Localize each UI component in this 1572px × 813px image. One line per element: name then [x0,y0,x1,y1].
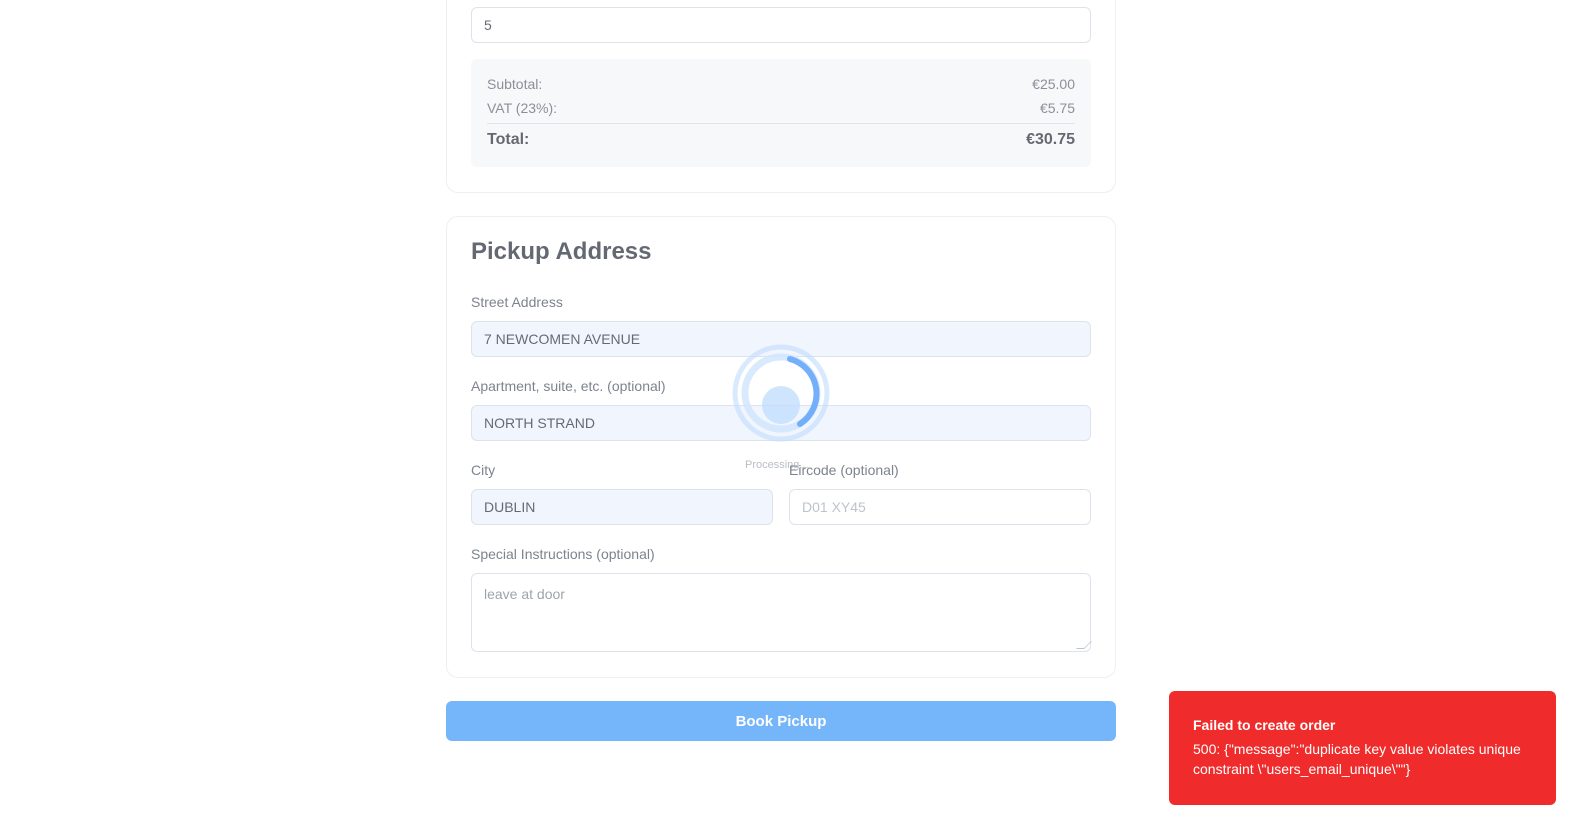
error-toast[interactable]: Failed to create order 500: {"message":"… [1169,691,1556,805]
booking-page: 5 Subtotal: €25.00 VAT (23%): €5.75 Tota… [0,0,1572,813]
processing-text: Processing... [745,459,809,471]
toast-title: Failed to create order [1193,717,1336,733]
loading-spinner-icon [730,342,832,444]
toast-message: 500: {"message":"duplicate key value vio… [1193,741,1521,777]
